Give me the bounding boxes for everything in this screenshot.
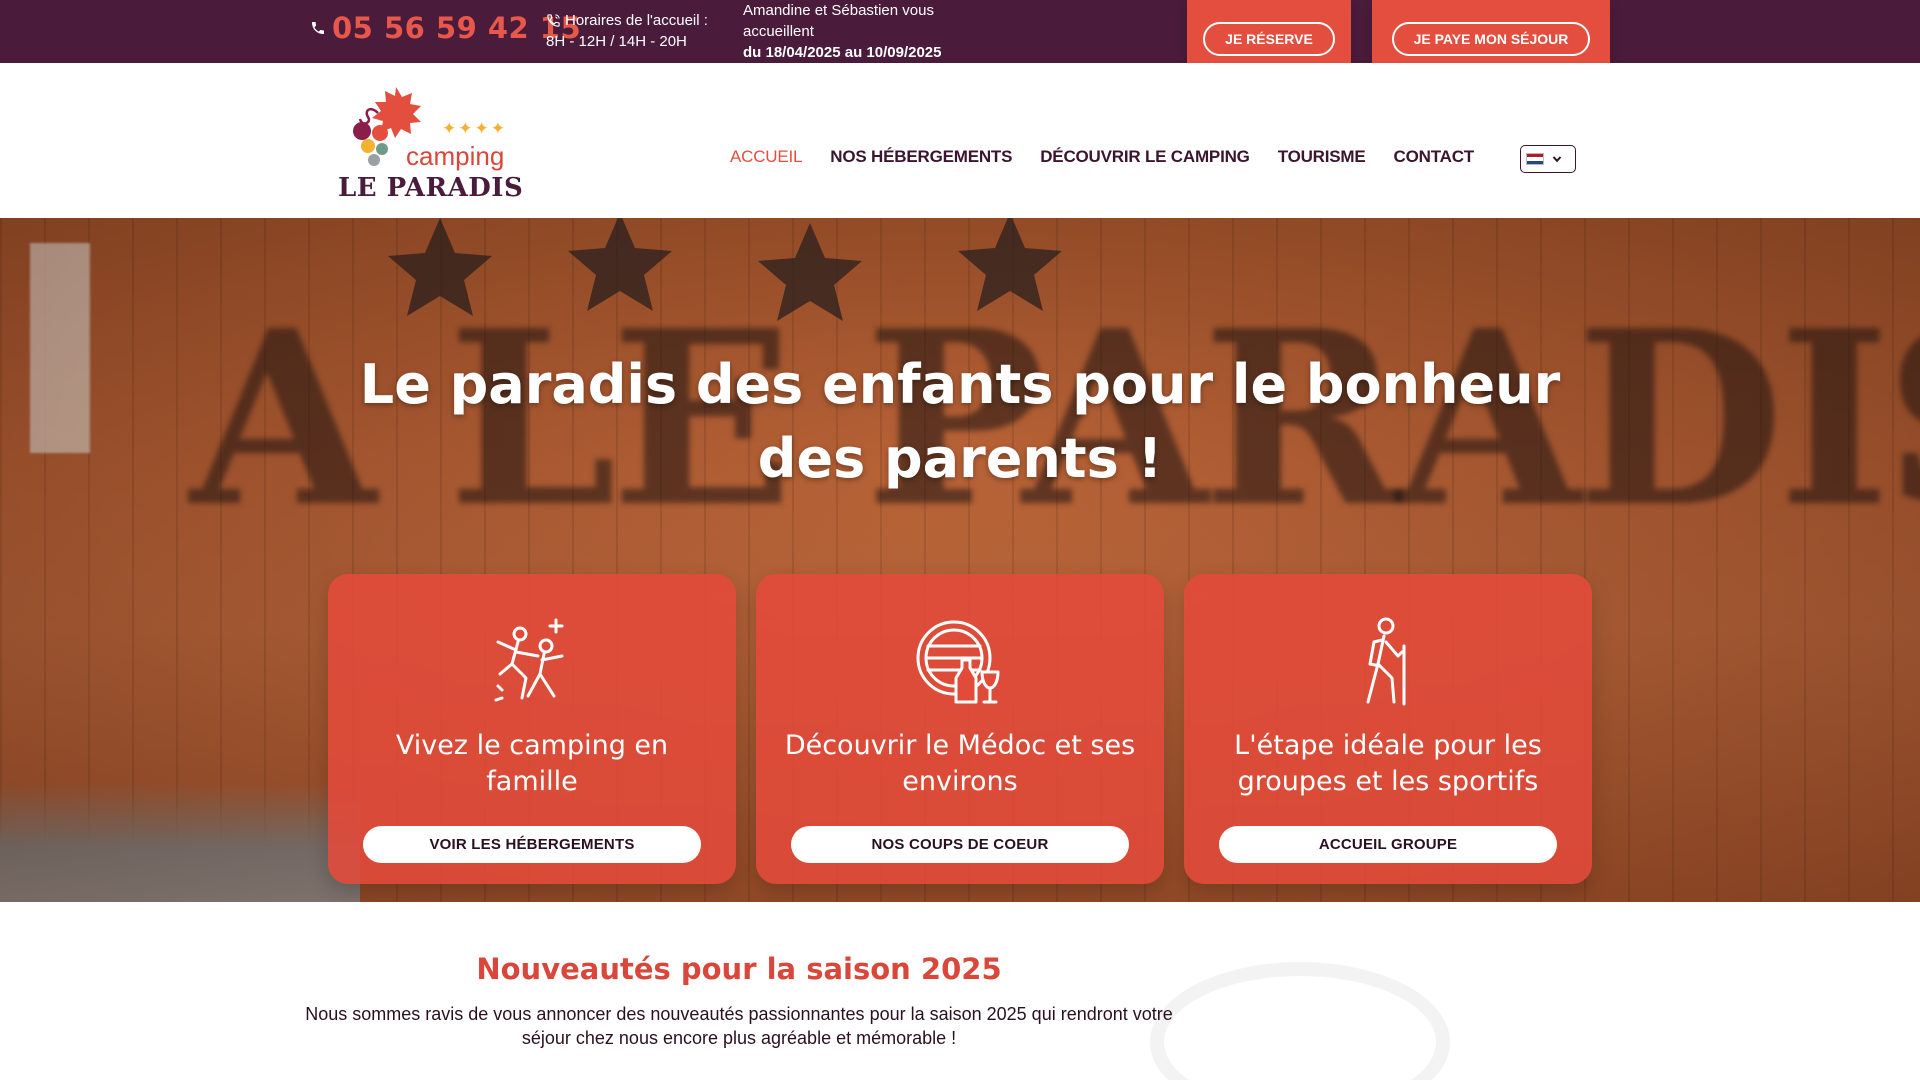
rating-stars: ✦✦✦✦ <box>442 119 507 138</box>
main-nav: ACCUEIL NOS HÉBERGEMENTS DÉCOUVRIR LE CA… <box>730 147 1474 167</box>
phone-number[interactable]: 05 56 59 42 15 <box>332 11 581 45</box>
hours-label: Horaires de l'accueil : <box>565 12 708 29</box>
feature-card-groups[interactable]: L'étape idéale pour les groupes et les s… <box>1184 574 1592 884</box>
top-bar: 05 56 59 42 15 Horaires de l'accueil : 8… <box>0 0 1920 63</box>
news-decor <box>1150 962 1450 1080</box>
hero-title: Le paradis des enfants pour le bonheur d… <box>359 353 1561 490</box>
card-title-medoc: Découvrir le Médoc et ses environs <box>784 730 1136 797</box>
hours-value: 8H - 12H / 14H - 20H <box>546 33 687 50</box>
nav-item-hebergements[interactable]: NOS HÉBERGEMENTS <box>830 147 1012 167</box>
nav-item-decouvrir-camping[interactable]: DÉCOUVRIR LE CAMPING <box>1040 147 1250 167</box>
news-text: Nous sommes ravis de vous annoncer des n… <box>305 1004 1173 1048</box>
chevron-down-icon <box>1552 156 1562 163</box>
phone-icon <box>312 22 324 34</box>
site-logo[interactable]: ✦✦✦✦ camping LE PARADIS <box>338 83 528 208</box>
hero-banner: A LE PARADIS Le paradis des enfants pour… <box>0 218 1920 902</box>
nav-item-accueil[interactable]: ACCUEIL <box>730 147 802 167</box>
nav-item-tourisme[interactable]: TOURISME <box>1278 147 1366 167</box>
phone-link[interactable]: 05 56 59 42 15 <box>310 11 581 45</box>
family-dance-icon <box>494 618 564 702</box>
view-accommodations-button[interactable]: VOIR LES HÉBERGEMENTS <box>363 826 701 863</box>
hosts-info: Amandine et Sébastien vous accueillent d… <box>743 0 983 63</box>
logo-name-text: LE PARADIS <box>338 173 524 203</box>
news-section: Nouveautés pour la saison 2025 Nous somm… <box>0 902 1920 1080</box>
pay-stay-button[interactable]: JE PAYE MON SÉJOUR <box>1391 22 1591 56</box>
group-welcome-button[interactable]: ACCUEIL GROUPE <box>1219 826 1557 863</box>
card-title-groups: L'étape idéale pour les groupes et les s… <box>1234 730 1542 797</box>
favorites-button[interactable]: NOS COUPS DE COEUR <box>791 826 1129 863</box>
news-title: Nouveautés pour la saison 2025 <box>476 952 1002 986</box>
card-title-family: Vivez le camping en famille <box>395 730 669 797</box>
site-header: ✦✦✦✦ camping LE PARADIS ACCUEIL NOS HÉBE… <box>0 63 1920 218</box>
feature-card-family[interactable]: Vivez le camping en famille VOIR LES HÉB… <box>328 574 736 884</box>
opening-hours: Horaires de l'accueil : 8H - 12H / 14H -… <box>546 10 708 52</box>
wine-barrel-icon <box>916 620 1000 704</box>
feature-card-medoc[interactable]: Découvrir le Médoc et ses environs NOS C… <box>756 574 1164 884</box>
hosts-line: Amandine et Sébastien vous accueillent <box>743 2 934 40</box>
logo-camping-text: camping <box>406 141 505 171</box>
language-select[interactable] <box>1520 145 1576 173</box>
hiker-icon <box>1366 617 1406 706</box>
reserve-button[interactable]: JE RÉSERVE <box>1203 22 1335 56</box>
season-dates: du 18/04/2025 au 10/09/2025 <box>743 44 942 61</box>
nav-item-contact[interactable]: CONTACT <box>1394 147 1475 167</box>
flag-nl-icon <box>1526 153 1544 165</box>
phone-ring-icon <box>547 14 560 27</box>
